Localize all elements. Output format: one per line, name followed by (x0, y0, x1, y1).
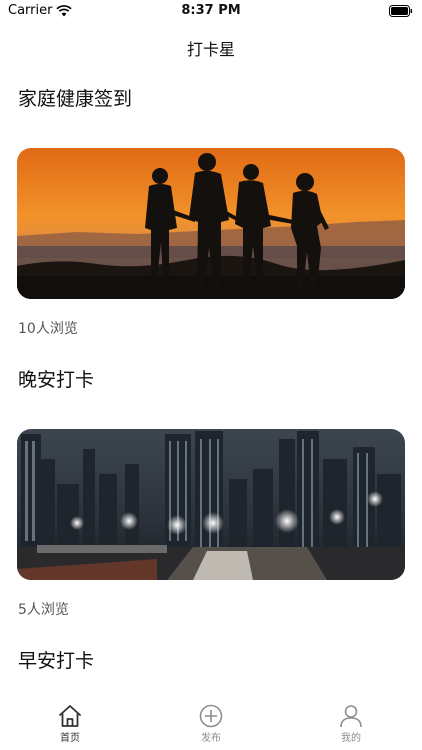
tab-home[interactable]: 首页 (20, 704, 120, 748)
tab-home-label: 首页 (60, 733, 80, 744)
tab-profile-label: 我的 (341, 733, 361, 744)
sunset-family-photo (17, 148, 405, 299)
add-circle-icon (199, 704, 223, 728)
person-icon (340, 705, 362, 728)
post-views: 10人浏览 (18, 321, 78, 337)
page-title: 打卡星 (186, 40, 235, 59)
home-icon (59, 705, 81, 727)
tab-bar: 首页 发布 我的 (0, 700, 422, 750)
night-city-photo (17, 429, 405, 580)
post-title[interactable]: 晚安打卡 (18, 365, 94, 392)
battery-icon (389, 5, 413, 17)
post-image-night-city[interactable] (17, 429, 405, 580)
post-title[interactable]: 家庭健康签到 (18, 84, 132, 111)
post-image-sunset-family[interactable] (17, 148, 405, 299)
status-time: 8:37 PM (181, 3, 241, 18)
tab-publish[interactable]: 发布 (161, 704, 261, 748)
tab-profile[interactable]: 我的 (301, 704, 401, 748)
post-title[interactable]: 早安打卡 (18, 646, 94, 673)
post-feed[interactable]: 家庭健康签到 10人浏览 晚安打卡 5人浏览 早安打卡 (0, 70, 422, 700)
tab-publish-label: 发布 (201, 733, 221, 744)
status-bar: Carrier 8:37 PM (0, 0, 422, 22)
post-views: 5人浏览 (18, 602, 69, 618)
